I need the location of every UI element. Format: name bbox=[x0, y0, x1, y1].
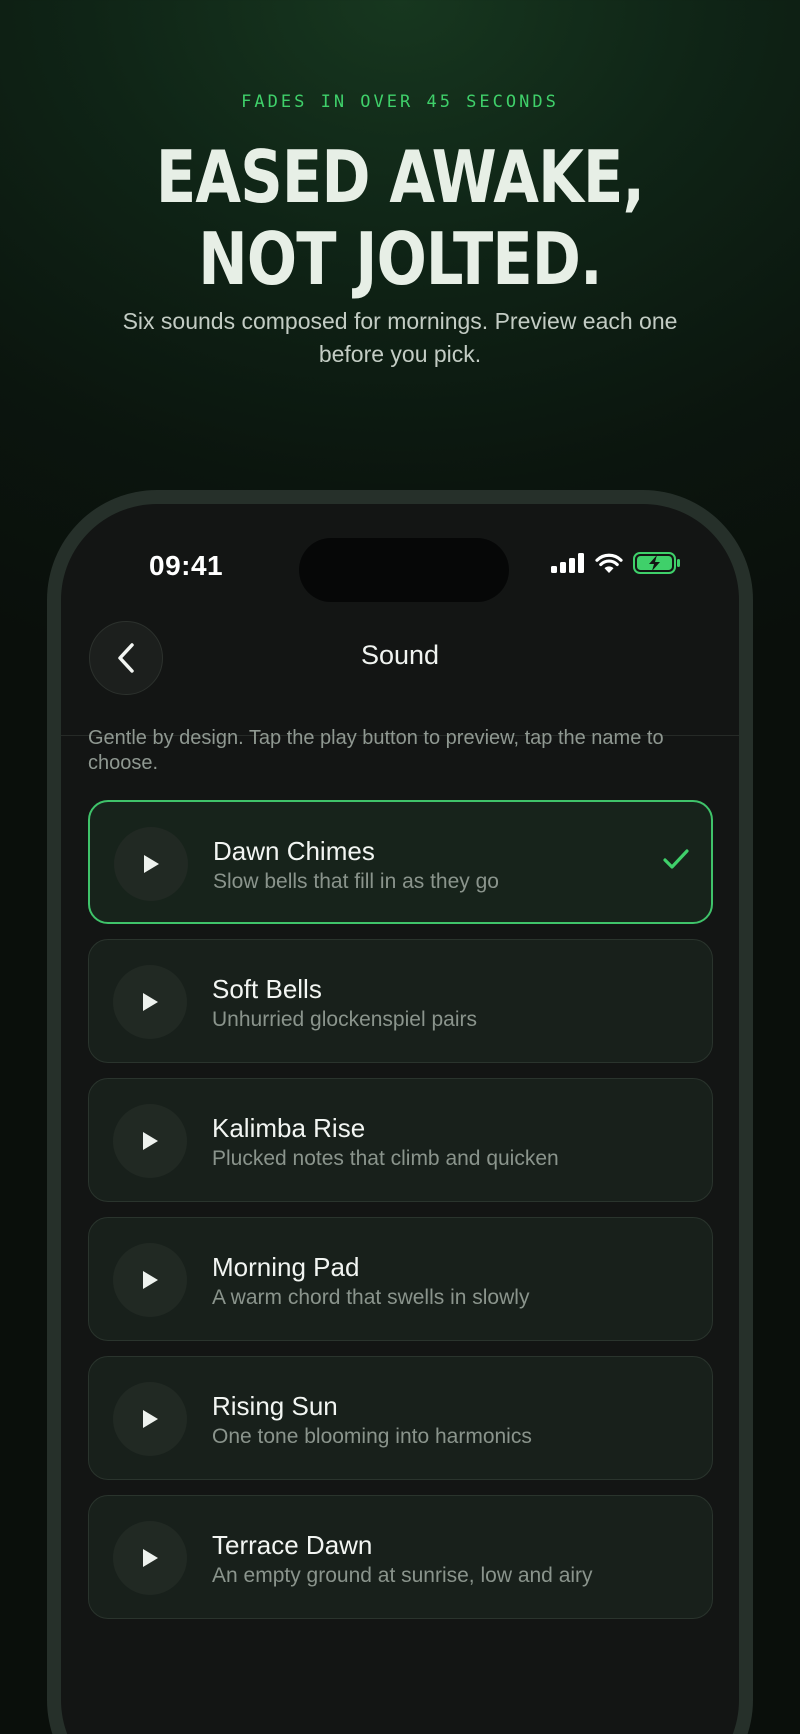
battery-charging-icon bbox=[633, 552, 680, 574]
wifi-icon bbox=[595, 553, 623, 573]
status-time: 09:41 bbox=[149, 550, 224, 581]
sound-description: A warm chord that swells in slowly bbox=[212, 1286, 530, 1309]
signal-icon bbox=[551, 553, 584, 573]
phone-frame: 09:41 Sound Gentle by design. Tap the pl… bbox=[47, 490, 753, 1734]
hero-subhead: Six sounds composed for mornings. Previe… bbox=[122, 308, 678, 367]
sound-name[interactable]: Morning Pad bbox=[212, 1252, 359, 1283]
sound-item-kalimba-rise[interactable]: Kalimba Rise Plucked notes that climb an… bbox=[88, 1078, 713, 1202]
sound-name[interactable]: Soft Bells bbox=[212, 974, 322, 1005]
play-button[interactable] bbox=[113, 1104, 187, 1178]
dynamic-island bbox=[299, 538, 509, 602]
sound-name[interactable]: Terrace Dawn bbox=[212, 1530, 372, 1561]
status-icons bbox=[551, 552, 681, 574]
play-button[interactable] bbox=[113, 1521, 187, 1595]
sound-description: An empty ground at sunrise, low and airy bbox=[212, 1564, 593, 1587]
sound-name[interactable]: Rising Sun bbox=[212, 1391, 338, 1422]
play-button[interactable] bbox=[113, 1243, 187, 1317]
sound-item-terrace-dawn[interactable]: Terrace Dawn An empty ground at sunrise,… bbox=[88, 1495, 713, 1619]
hero-eyebrow: FADES IN OVER 45 SECONDS bbox=[241, 92, 559, 112]
play-button[interactable] bbox=[113, 1382, 187, 1456]
sound-item-morning-pad[interactable]: Morning Pad A warm chord that swells in … bbox=[88, 1217, 713, 1341]
sound-description: One tone blooming into harmonics bbox=[212, 1425, 532, 1448]
play-icon bbox=[143, 1271, 158, 1289]
checkmark-icon bbox=[663, 849, 689, 869]
sound-item-dawn-chimes[interactable]: Dawn Chimes Slow bells that fill in as t… bbox=[88, 800, 713, 924]
intro-text: Gentle by design. Tap the play button to… bbox=[88, 727, 664, 774]
play-icon bbox=[143, 993, 158, 1011]
phone-screen: 09:41 Sound Gentle by design. Tap the pl… bbox=[61, 504, 739, 1734]
sound-description: Slow bells that fill in as they go bbox=[213, 870, 499, 893]
play-icon bbox=[143, 1549, 158, 1567]
sound-description: Unhurried glockenspiel pairs bbox=[212, 1008, 477, 1031]
sound-name[interactable]: Dawn Chimes bbox=[213, 836, 375, 867]
play-button[interactable] bbox=[114, 827, 188, 901]
sound-description: Plucked notes that climb and quicken bbox=[212, 1147, 559, 1170]
sound-list: Dawn Chimes Slow bells that fill in as t… bbox=[88, 800, 713, 1634]
play-icon bbox=[143, 1410, 158, 1428]
sound-name[interactable]: Kalimba Rise bbox=[212, 1113, 365, 1144]
play-icon bbox=[143, 1132, 158, 1150]
sound-item-soft-bells[interactable]: Soft Bells Unhurried glockenspiel pairs bbox=[88, 939, 713, 1063]
hero-headline-line2: NOT JOLTED. bbox=[198, 217, 602, 301]
page-title: Sound bbox=[360, 640, 440, 670]
hero-headline: EASED AWAKE, NOT JOLTED. bbox=[72, 136, 728, 300]
sound-item-rising-sun[interactable]: Rising Sun One tone blooming into harmon… bbox=[88, 1356, 713, 1480]
hero-headline-line1: EASED AWAKE, bbox=[155, 135, 645, 219]
play-button[interactable] bbox=[113, 965, 187, 1039]
play-icon bbox=[144, 855, 159, 873]
